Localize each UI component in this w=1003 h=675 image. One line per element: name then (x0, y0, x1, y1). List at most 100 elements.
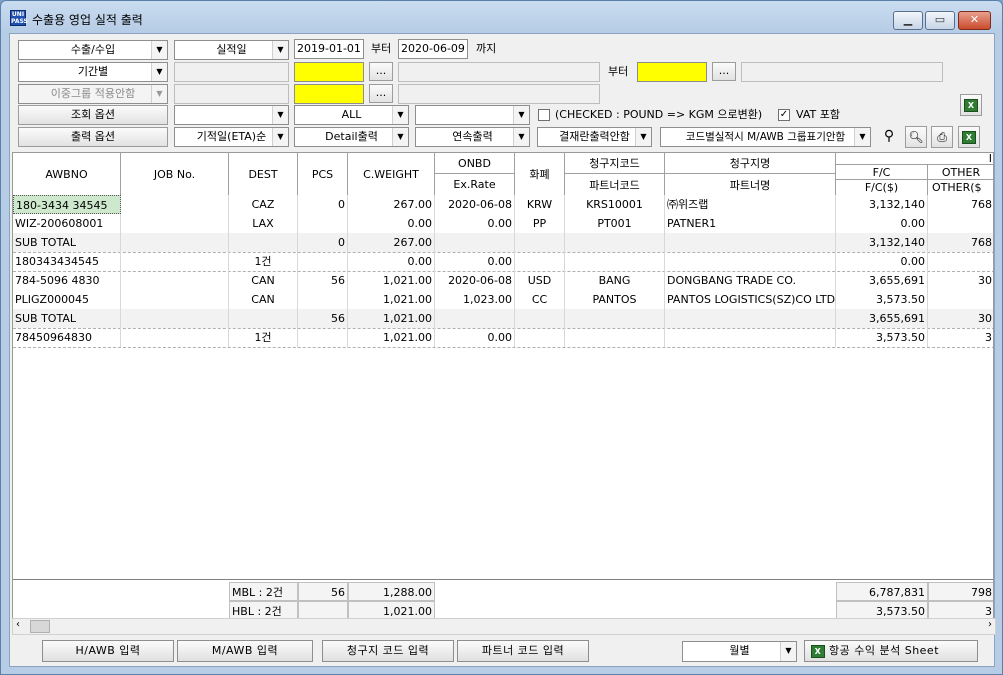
cell-job[interactable] (121, 233, 229, 252)
all-select[interactable]: ALL ▼ (294, 105, 409, 125)
minimize-button[interactable]: ▁ (893, 11, 923, 30)
header-dest[interactable]: DEST (229, 153, 298, 195)
cell-onbd[interactable]: 0.00 (435, 214, 515, 233)
cell-name[interactable] (665, 328, 836, 347)
cell-dest[interactable]: LAX (229, 214, 298, 233)
subtotal-row[interactable]: SUB TOTAL 56 1,021.00 3,655,691 30 (13, 309, 993, 328)
cell-pcs[interactable]: 56 (298, 309, 348, 328)
header-onbd[interactable]: ONBD (435, 153, 515, 174)
table-row[interactable]: WIZ-200608001 LAX 0.00 0.00 PP PT001 PATNER1 0.… (13, 214, 993, 233)
to-date-input[interactable]: 2020-06-09 (398, 39, 468, 59)
results-grid[interactable]: AWBNO JOB No. DEST PCS C.WEIGHT ONBD Ex.… (12, 152, 994, 620)
header-pcs[interactable]: PCS (298, 153, 348, 195)
subtotal-row[interactable]: SUB TOTAL 0 267.00 3,132,140 768 (13, 233, 993, 252)
table-row[interactable]: 180343434545 1건 0.00 0.00 0.00 (13, 252, 993, 271)
cell-cur[interactable]: USD (515, 271, 565, 290)
maximize-button[interactable]: ▭ (925, 11, 955, 30)
cell-code[interactable] (565, 252, 665, 271)
cell-other[interactable]: 768 (928, 233, 993, 252)
cell-pcs[interactable]: 0 (298, 195, 348, 214)
cell-dest[interactable] (229, 233, 298, 252)
lookup-button-3[interactable]: ... (369, 84, 393, 103)
scrollbar-thumb[interactable] (30, 620, 50, 633)
cell-awbno[interactable]: SUB TOTAL (13, 233, 121, 252)
pound-kgm-checkbox[interactable] (538, 109, 550, 121)
header-currency[interactable]: 화폐 (515, 153, 565, 195)
cell-cw[interactable]: 1,021.00 (348, 271, 435, 290)
title-bar[interactable]: UNI PASS 수출용 영업 실적 출력 ▁ ▭ ✕ (1, 1, 1002, 33)
lookup-button-1[interactable]: ... (369, 62, 393, 81)
mawb-input-button[interactable]: M/AWB 입력 (177, 640, 313, 662)
trade-type-select[interactable]: 수출/수입 ▼ (18, 40, 168, 60)
monthly-select[interactable]: 월별 ▼ (682, 641, 797, 662)
cell-fc[interactable]: 0.00 (836, 214, 928, 233)
billcode-input-button[interactable]: 청구지 코드 입력 (322, 640, 454, 662)
cell-other[interactable]: 3 (928, 328, 993, 347)
cell-pcs[interactable] (298, 328, 348, 347)
cell-awbno[interactable]: 180-3434 34545 (13, 195, 121, 214)
horizontal-scrollbar[interactable]: ‹ › (12, 618, 996, 635)
partnercode-input-button[interactable]: 파트너 코드 입력 (457, 640, 589, 662)
cell-cur[interactable]: PP (515, 214, 565, 233)
from-date-input[interactable]: 2019-01-01 (294, 39, 364, 59)
cell-cur[interactable]: KRW (515, 195, 565, 214)
cell-onbd[interactable]: 2020-06-08 (435, 271, 515, 290)
cell-name[interactable]: PANTOS LOGISTICS(SZ)CO LTD GU (665, 290, 836, 309)
detail-select[interactable]: Detail출력 ▼ (294, 127, 409, 147)
vat-checkbox[interactable]: ✓ (778, 109, 790, 121)
extra-select[interactable]: ▼ (415, 105, 530, 125)
cell-awbno[interactable]: PLIGZ000045 (13, 290, 121, 309)
excel-export-button[interactable]: X (958, 126, 980, 148)
close-button[interactable]: ✕ (958, 11, 991, 30)
cell-other[interactable] (928, 214, 993, 233)
cell-onbd[interactable]: 2020-06-08 (435, 195, 515, 214)
cell-name[interactable]: ㈜위즈랩 (665, 195, 836, 214)
cell-dest[interactable] (229, 309, 298, 328)
cell-awbno[interactable]: 784-5096 4830 (13, 271, 121, 290)
header-other[interactable]: OTHER (928, 165, 993, 180)
cell-awbno[interactable]: SUB TOTAL (13, 309, 121, 328)
cell-awbno[interactable]: WIZ-200608001 (13, 214, 121, 233)
cell-awbno[interactable]: 180343434545 (13, 252, 121, 271)
cell-code[interactable]: PT001 (565, 214, 665, 233)
cell-code[interactable]: KRS10001 (565, 195, 665, 214)
cell-pcs[interactable]: 56 (298, 271, 348, 290)
code-input-2[interactable] (637, 62, 707, 82)
search-button[interactable]: ⚲ (878, 126, 900, 148)
header-exrate[interactable]: Ex.Rate (435, 174, 515, 195)
hawb-input-button[interactable]: H/AWB 입력 (42, 640, 174, 662)
cell-name[interactable] (665, 252, 836, 271)
cell-pcs[interactable]: 0 (298, 233, 348, 252)
cell-dest[interactable]: CAN (229, 290, 298, 309)
cell-dest[interactable]: CAN (229, 271, 298, 290)
period-select[interactable]: 기간별 ▼ (18, 62, 168, 82)
cell-cw[interactable]: 0.00 (348, 214, 435, 233)
scroll-left-icon[interactable]: ‹ (16, 619, 20, 630)
cell-job[interactable] (121, 271, 229, 290)
preview-button[interactable]: 🔍︎ (905, 126, 927, 148)
header-bill-name[interactable]: 청구지명 (665, 153, 836, 174)
cell-cur[interactable] (515, 233, 565, 252)
cell-dest[interactable]: 1건 (229, 252, 298, 271)
cell-cw[interactable]: 1,021.00 (348, 309, 435, 328)
cell-other[interactable] (928, 252, 993, 271)
cell-code[interactable]: BANG (565, 271, 665, 290)
cell-other[interactable]: 30 (928, 271, 993, 290)
cell-cw[interactable]: 1,021.00 (348, 290, 435, 309)
header-awbno[interactable]: AWBNO (13, 153, 121, 195)
cell-cur[interactable]: CC (515, 290, 565, 309)
header-partner-name[interactable]: 파트너명 (665, 174, 836, 195)
cell-job[interactable] (121, 290, 229, 309)
print-button[interactable]: ⎙ (931, 126, 953, 148)
cell-name[interactable]: DONGBANG TRADE CO. (665, 271, 836, 290)
cell-fc[interactable]: 3,132,140 (836, 195, 928, 214)
cell-fc[interactable]: 3,573.50 (836, 290, 928, 309)
cell-other[interactable] (928, 290, 993, 309)
cell-pcs[interactable] (298, 214, 348, 233)
cell-code[interactable]: PANTOS (565, 290, 665, 309)
table-row[interactable]: PLIGZ000045 CAN 1,021.00 1,023.00 CC PANTOS PA… (13, 290, 993, 309)
settlement-select[interactable]: 결재란출력안함 ▼ (537, 127, 652, 147)
header-bill-code[interactable]: 청구지코드 (565, 153, 665, 174)
header-fc-usd[interactable]: F/C($) (836, 180, 928, 195)
date-kind-select[interactable]: 실적일 ▼ (174, 40, 289, 60)
